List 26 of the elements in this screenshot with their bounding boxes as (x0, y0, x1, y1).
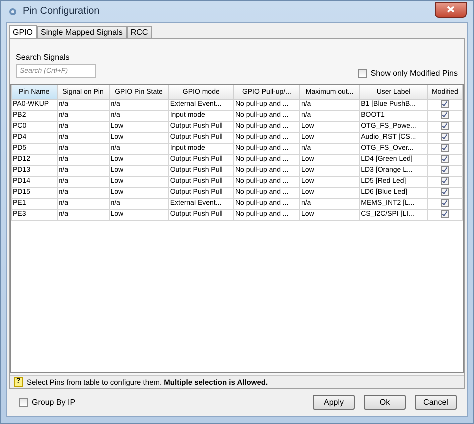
close-icon (447, 6, 455, 13)
checkbox[interactable] (441, 188, 450, 196)
checkbox[interactable] (358, 69, 367, 78)
close-button[interactable] (435, 2, 467, 18)
checkbox[interactable] (441, 210, 450, 218)
dialog-button[interactable]: Ok (364, 395, 406, 410)
checkbox-label: Show only Modified Pins (370, 69, 458, 78)
checkbox[interactable] (441, 100, 450, 108)
checkbox[interactable] (441, 199, 450, 208)
checkbox[interactable] (19, 398, 28, 407)
checkbox[interactable] (441, 144, 450, 152)
checkbox[interactable] (441, 177, 450, 186)
checkbox[interactable] (441, 122, 450, 130)
checkbox-label: Group By IP (32, 398, 76, 407)
checkbox[interactable] (441, 111, 450, 120)
dialog-button[interactable]: Cancel (415, 395, 457, 410)
window-title: Pin Configuration (23, 6, 101, 17)
tab[interactable]: GPIO (9, 25, 38, 38)
checkbox[interactable] (441, 155, 450, 164)
dialog-button[interactable]: Apply (313, 395, 355, 410)
tab[interactable]: RCC (126, 26, 152, 38)
checkbox[interactable] (441, 166, 450, 174)
checkbox[interactable] (441, 133, 450, 142)
app-icon (9, 8, 17, 16)
tab[interactable]: Single Mapped Signals (37, 26, 127, 38)
search-label: Search Signals (16, 53, 71, 62)
